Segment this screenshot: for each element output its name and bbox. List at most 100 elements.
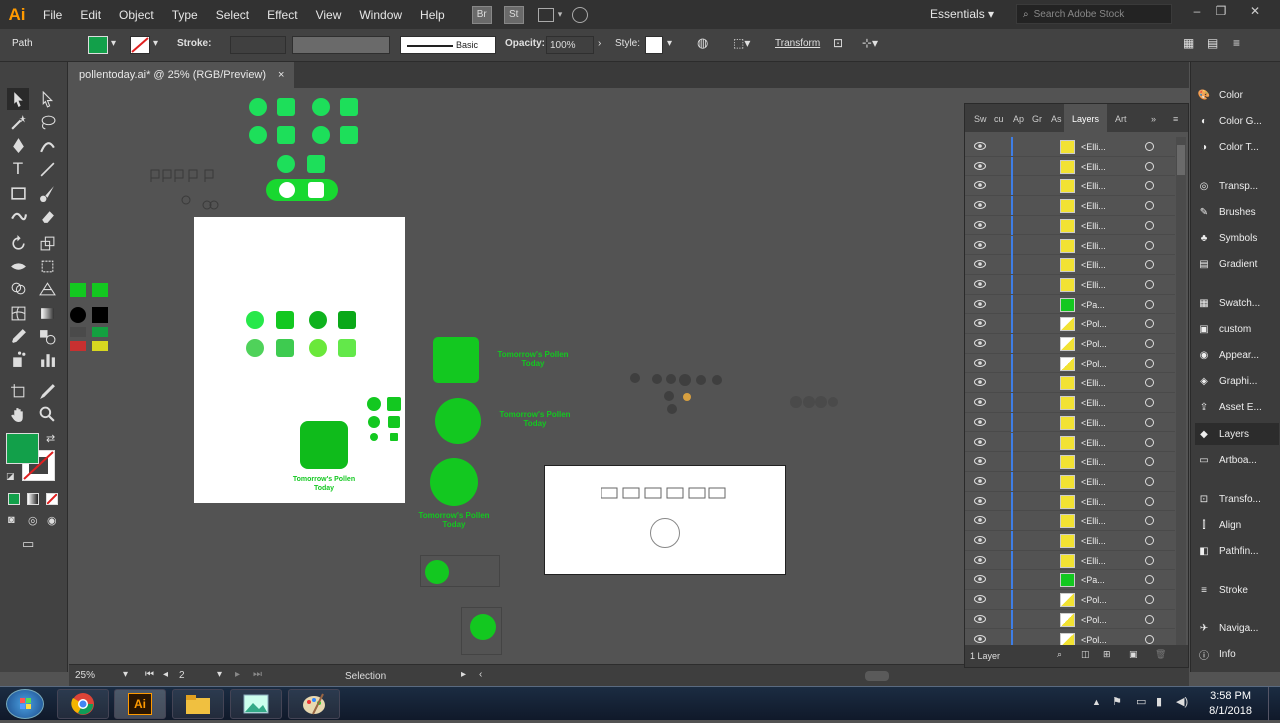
target-circle-icon[interactable] xyxy=(1145,378,1154,388)
menu-type[interactable]: Type xyxy=(163,8,207,22)
target-circle-icon[interactable] xyxy=(1145,220,1154,230)
dock-item[interactable]: ♣ Symbols xyxy=(1195,227,1279,249)
new-layer-icon[interactable]: ▣ xyxy=(1129,649,1138,660)
paint-taskbar-button[interactable] xyxy=(288,689,340,719)
visibility-eye-icon[interactable] xyxy=(974,437,986,447)
layer-name[interactable]: <Elli... xyxy=(1081,477,1106,487)
layer-row[interactable]: <Elli... xyxy=(965,393,1175,413)
artboard-dropdown-icon[interactable]: ▾ xyxy=(217,669,222,680)
type-tool[interactable]: T xyxy=(7,158,29,180)
slice-tool[interactable] xyxy=(36,380,58,402)
layer-name[interactable]: <Pol... xyxy=(1081,595,1107,605)
target-circle-icon[interactable] xyxy=(1145,181,1154,191)
target-circle-icon[interactable] xyxy=(1145,260,1154,270)
hand-tool[interactable] xyxy=(7,403,29,425)
tab-swatches[interactable]: Sw xyxy=(974,114,987,124)
target-circle-icon[interactable] xyxy=(1145,142,1154,151)
mesh-tool[interactable] xyxy=(7,302,29,324)
dock-item[interactable]: ▦ Swatch... xyxy=(1195,292,1279,314)
fill-dropdown-icon[interactable]: ▾ xyxy=(111,38,116,49)
opacity-input[interactable]: 100% xyxy=(546,36,594,54)
layer-row[interactable]: <Elli... xyxy=(965,452,1175,472)
next-artboard-icon[interactable]: ▸ xyxy=(235,669,240,680)
menu-help[interactable]: Help xyxy=(411,8,454,22)
chevron-down-icon[interactable]: ▾ xyxy=(558,9,563,20)
layer-name[interactable]: <Pol... xyxy=(1081,615,1107,625)
symbol-sprayer-tool[interactable] xyxy=(7,348,29,370)
visibility-eye-icon[interactable] xyxy=(974,614,986,624)
layers-scroll-thumb[interactable] xyxy=(1177,145,1185,175)
visibility-eye-icon[interactable] xyxy=(974,141,986,151)
align-to-icon[interactable]: ⬚▾ xyxy=(733,36,750,50)
menu-effect[interactable]: Effect xyxy=(258,8,306,22)
rectangle-tool[interactable] xyxy=(7,182,29,204)
dock-item[interactable]: ▣ custom xyxy=(1195,318,1279,340)
swap-fill-stroke-icon[interactable]: ⇄ xyxy=(46,432,55,445)
visibility-eye-icon[interactable] xyxy=(974,318,986,328)
column-graph-tool[interactable] xyxy=(36,348,58,370)
transform-link[interactable]: Transform xyxy=(775,38,820,49)
none-mode-button[interactable] xyxy=(46,493,58,505)
lasso-tool[interactable] xyxy=(36,111,58,133)
dock-item[interactable]: ≡ Stroke xyxy=(1195,579,1279,601)
visibility-eye-icon[interactable] xyxy=(974,515,986,525)
puppet-warp-icon[interactable]: ⊹▾ xyxy=(862,36,878,50)
tab-custom[interactable]: cu xyxy=(994,114,1004,124)
layer-name[interactable]: <Elli... xyxy=(1081,418,1106,428)
gradient-tool[interactable] xyxy=(36,302,58,324)
visibility-eye-icon[interactable] xyxy=(974,220,986,230)
layer-name[interactable]: <Pol... xyxy=(1081,635,1107,645)
visibility-eye-icon[interactable] xyxy=(974,496,986,506)
layer-row[interactable]: <Elli... xyxy=(965,274,1175,295)
menu-edit[interactable]: Edit xyxy=(71,8,110,22)
color-mode-button[interactable] xyxy=(8,493,20,505)
target-circle-icon[interactable] xyxy=(1145,476,1154,486)
layer-name[interactable]: <Elli... xyxy=(1081,260,1106,270)
collapse-panel-icon[interactable]: » xyxy=(1151,114,1156,124)
line-tool[interactable] xyxy=(36,158,58,180)
dock-item[interactable]: ◆ Layers xyxy=(1195,423,1279,445)
target-circle-icon[interactable] xyxy=(1145,398,1154,408)
brush-definition[interactable]: Basic xyxy=(400,36,496,54)
arrange-documents-icon[interactable] xyxy=(537,7,554,22)
visibility-eye-icon[interactable] xyxy=(974,555,986,565)
chrome-taskbar-button[interactable] xyxy=(57,689,109,719)
tab-asset-export[interactable]: As xyxy=(1051,114,1062,124)
visibility-eye-icon[interactable] xyxy=(974,634,986,644)
visibility-eye-icon[interactable] xyxy=(974,417,986,427)
artboard-secondary[interactable] xyxy=(544,465,786,575)
variable-width-profile[interactable] xyxy=(292,36,390,54)
layer-row[interactable]: <Pol... xyxy=(965,353,1175,374)
layer-row[interactable]: <Pa... xyxy=(965,570,1175,591)
layer-row[interactable]: <Pol... xyxy=(965,609,1175,630)
horizontal-scrollbar[interactable] xyxy=(865,671,889,681)
display-icon[interactable]: ▭ xyxy=(1136,695,1146,708)
target-circle-icon[interactable] xyxy=(1145,279,1154,289)
graphic-style-swatch[interactable] xyxy=(645,36,663,54)
photos-taskbar-button[interactable] xyxy=(230,689,282,719)
draw-normal-icon[interactable]: ◙ xyxy=(8,514,15,526)
dock-item[interactable]: ◑ Color T... xyxy=(1195,136,1279,158)
target-circle-icon[interactable] xyxy=(1145,595,1154,605)
dock-item[interactable]: ◈ Graphi... xyxy=(1195,370,1279,392)
dock-item[interactable]: ✎ Brushes xyxy=(1195,201,1279,223)
chevron-right-icon[interactable]: › xyxy=(598,38,601,49)
paintbrush-tool[interactable] xyxy=(36,182,58,204)
hamburger-menu-icon[interactable]: ≡ xyxy=(1233,36,1240,50)
document-tab[interactable]: pollentoday.ai* @ 25% (RGB/Preview) × xyxy=(69,62,295,88)
start-button[interactable] xyxy=(6,689,44,719)
screen-mode-icon[interactable]: ▭ xyxy=(22,536,34,552)
layer-name[interactable]: <Elli... xyxy=(1081,556,1106,566)
clipping-mask-icon[interactable]: ◫ xyxy=(1081,649,1090,660)
blend-tool[interactable] xyxy=(36,325,58,347)
target-circle-icon[interactable] xyxy=(1145,319,1154,329)
draw-behind-icon[interactable]: ◎ xyxy=(28,514,38,527)
target-circle-icon[interactable] xyxy=(1145,536,1154,545)
layer-name[interactable]: <Pol... xyxy=(1081,339,1107,349)
target-circle-icon[interactable] xyxy=(1145,575,1154,585)
layer-name[interactable]: <Elli... xyxy=(1081,457,1106,467)
pen-tool[interactable] xyxy=(7,134,29,156)
tab-appearance[interactable]: Ap xyxy=(1013,114,1024,124)
scroll-left-icon[interactable]: ‹ xyxy=(479,669,482,680)
artboard-tool[interactable] xyxy=(7,380,29,402)
